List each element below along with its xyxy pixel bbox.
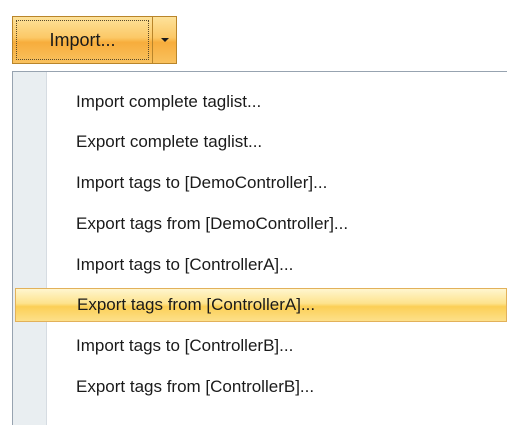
menu-item-import-tags-controllerb[interactable]: Import tags to [ControllerB]...: [15, 329, 507, 363]
menu-item-label: Import tags to [ControllerA]...: [76, 255, 294, 274]
menu-item-export-tags-controllera[interactable]: Export tags from [ControllerA]...: [15, 288, 507, 322]
import-export-menu: Import complete taglist... Export comple…: [12, 71, 507, 425]
menu-item-label: Import tags to [ControllerB]...: [76, 336, 294, 355]
chevron-down-icon: [160, 38, 169, 42]
menu-item-label: Import complete taglist...: [76, 92, 262, 111]
menu-item-import-tags-democontroller[interactable]: Import tags to [DemoController]...: [15, 166, 507, 200]
menu-item-label: Export tags from [ControllerA]...: [77, 295, 316, 314]
import-button-label: Import...: [49, 29, 116, 50]
stage: Import... Import complete taglist... Exp…: [0, 0, 507, 425]
menu-item-export-tags-controllerb[interactable]: Export tags from [ControllerB]...: [15, 370, 507, 404]
import-split-button[interactable]: Import...: [12, 16, 177, 64]
import-dropdown-toggle[interactable]: [152, 16, 177, 64]
menu-item-import-complete-taglist[interactable]: Import complete taglist...: [15, 85, 507, 119]
menu-item-export-tags-democontroller[interactable]: Export tags from [DemoController]...: [15, 207, 507, 241]
menu-item-label: Export tags from [ControllerB]...: [76, 377, 315, 396]
menu-item-export-complete-taglist[interactable]: Export complete taglist...: [15, 125, 507, 159]
menu-item-label: Import tags to [DemoController]...: [76, 173, 328, 192]
menu-item-label: Export tags from [DemoController]...: [76, 214, 349, 233]
menu-item-import-tags-controllera[interactable]: Import tags to [ControllerA]...: [15, 248, 507, 282]
menu-item-label: Export complete taglist...: [76, 132, 263, 151]
import-button[interactable]: Import...: [12, 16, 152, 64]
